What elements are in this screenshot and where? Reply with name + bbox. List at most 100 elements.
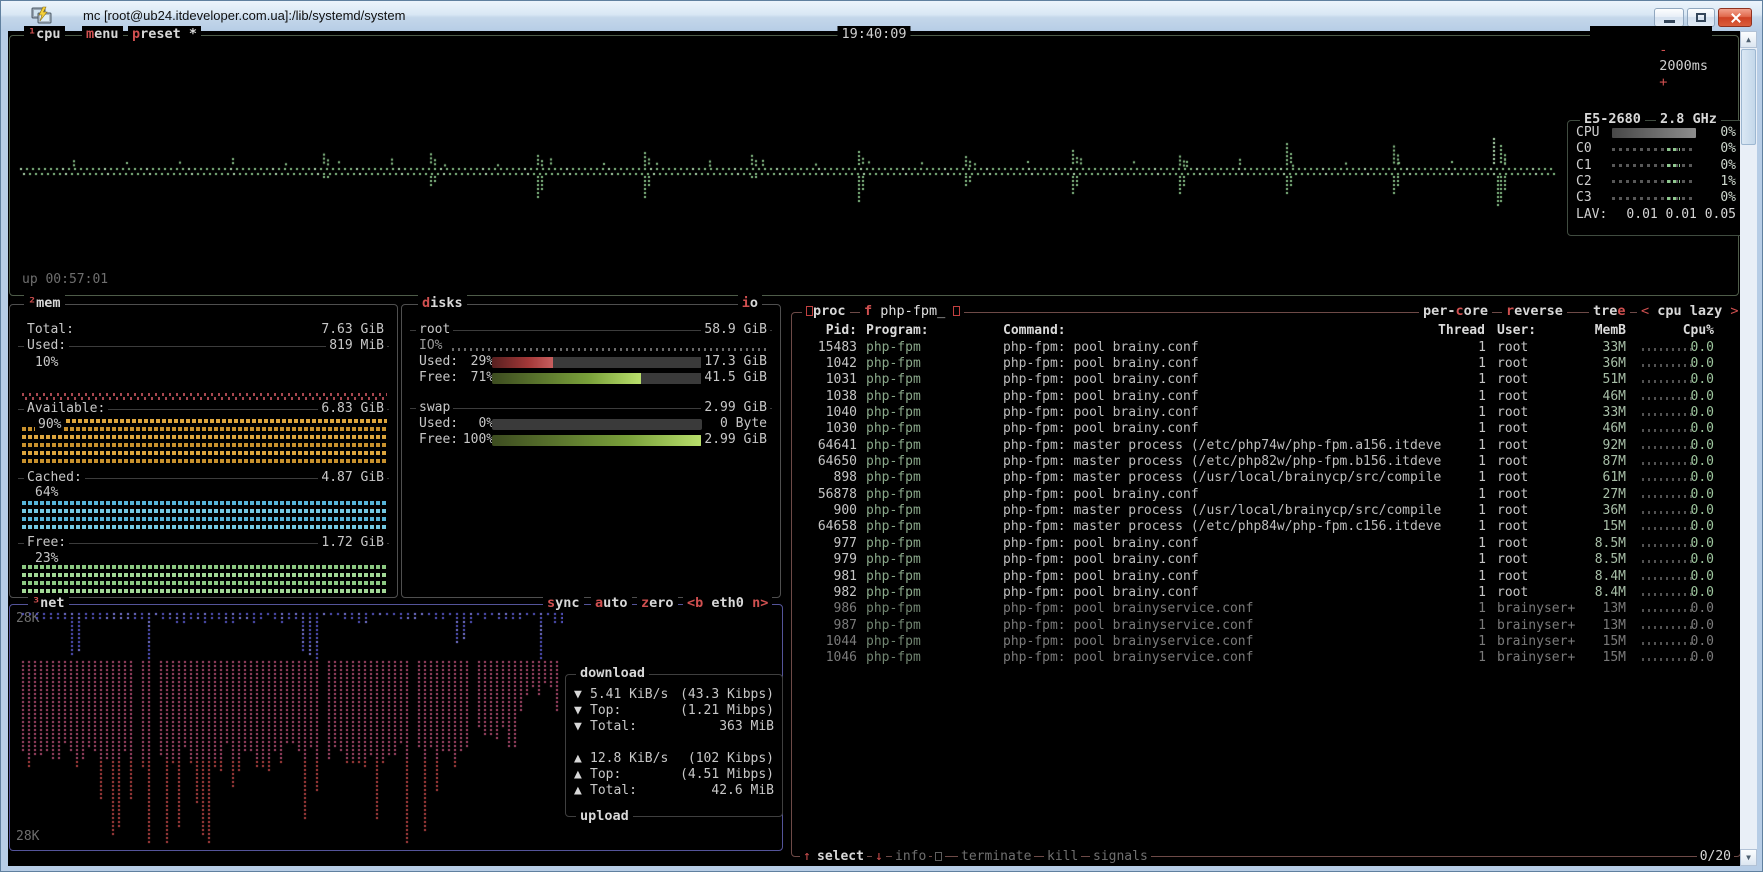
core-percent: 1% — [1704, 174, 1736, 190]
process-row[interactable]: 1042php-fpmphp-fpm: pool brainy.conf1roo… — [792, 356, 1740, 372]
scroll-down-button[interactable]: ▼ — [1740, 849, 1757, 866]
upload-arrow-icon: ▲ — [574, 783, 590, 799]
cell-threads: 1 — [1438, 519, 1486, 535]
net-stats-panel: download ▼ 5.41 KiB/s (43.3 Kibps) ▼ Top… — [565, 674, 783, 817]
mem-available-label: Available: — [24, 401, 108, 417]
process-row[interactable]: 982php-fpmphp-fpm: pool brainy.conf1root… — [792, 585, 1740, 601]
signals-button[interactable]: signals — [1090, 849, 1151, 865]
process-row[interactable]: 986php-fpmphp-fpm: pool brainyservice.co… — [792, 601, 1740, 617]
process-row[interactable]: 898php-fpmphp-fpm: master process (/usr/… — [792, 470, 1740, 486]
process-row[interactable]: 1031php-fpmphp-fpm: pool brainy.conf1roo… — [792, 372, 1740, 388]
cell-command: php-fpm: pool brainy.conf — [1003, 536, 1469, 552]
process-row[interactable]: 64650php-fpmphp-fpm: master process (/et… — [792, 454, 1740, 470]
process-row[interactable]: 979php-fpmphp-fpm: pool brainy.conf1root… — [792, 552, 1740, 568]
upload-top-value: (4.51 Mibps) — [680, 767, 774, 783]
mem-free-value: 1.72 GiB — [318, 535, 387, 551]
select-up-button[interactable]: ↑ — [800, 849, 814, 865]
net-zero-toggle[interactable]: zero — [637, 595, 678, 611]
cell-program: php-fpm — [866, 438, 998, 454]
process-row[interactable]: 1046php-fpmphp-fpm: pool brainyservice.c… — [792, 650, 1740, 666]
next-interface-button[interactable]: n> — [752, 595, 768, 611]
process-row[interactable]: 56878php-fpmphp-fpm: pool brainy.conf1ro… — [792, 487, 1740, 503]
swap-free-label: Free: — [419, 432, 458, 447]
cell-pid: 56878 — [804, 487, 857, 503]
upload-arrow-icon: ▲ — [574, 751, 590, 767]
cell-command: php-fpm: pool brainyservice.conf — [1003, 601, 1469, 617]
cell-cpu: 0.0 — [1670, 503, 1714, 519]
cell-pid: 1030 — [804, 421, 857, 437]
core-percent: 0% — [1704, 190, 1736, 206]
process-row[interactable]: 1040php-fpmphp-fpm: pool brainy.conf1roo… — [792, 405, 1740, 421]
cell-cpu: 0.0 — [1670, 569, 1714, 585]
net-box-title[interactable]: ³net — [28, 595, 69, 611]
cell-threads: 1 — [1438, 601, 1486, 617]
process-list: 15483php-fpmphp-fpm: pool brainy.conf1ro… — [792, 313, 1740, 856]
process-row[interactable]: 977php-fpmphp-fpm: pool brainy.conf1root… — [792, 536, 1740, 552]
info-button[interactable]: info — [892, 849, 929, 865]
cell-program: php-fpm — [866, 536, 998, 552]
terminate-button[interactable]: terminate — [958, 849, 1034, 865]
net-auto-toggle[interactable]: auto — [591, 595, 632, 611]
close-icon — [1730, 12, 1741, 23]
cpu-total-label: CPU — [1576, 125, 1610, 141]
disks-box-title[interactable]: disks — [418, 295, 467, 311]
disk-used-bar — [492, 357, 702, 368]
core-percent: 0% — [1704, 158, 1736, 174]
upload-title: upload — [576, 808, 633, 824]
close-button[interactable] — [1718, 8, 1752, 27]
process-row[interactable]: 1044php-fpmphp-fpm: pool brainyservice.c… — [792, 634, 1740, 650]
maximize-button[interactable] — [1687, 8, 1715, 27]
prev-interface-button[interactable]: <b — [687, 595, 703, 611]
swap-used-percent: 0% — [458, 416, 494, 432]
download-top-value: (1.21 Mibps) — [680, 703, 774, 719]
minimize-button[interactable] — [1654, 8, 1684, 27]
process-row[interactable]: 1038php-fpmphp-fpm: pool brainy.conf1roo… — [792, 389, 1740, 405]
graph-row — [22, 451, 387, 455]
cell-threads: 1 — [1438, 356, 1486, 372]
mem-cached-label: Cached: — [24, 470, 85, 486]
cell-mem: 46M — [1560, 389, 1626, 405]
process-row[interactable]: 981php-fpmphp-fpm: pool brainy.conf1root… — [792, 569, 1740, 585]
cell-program: php-fpm — [866, 585, 998, 601]
cell-threads: 1 — [1438, 405, 1486, 421]
process-row[interactable]: 64658php-fpmphp-fpm: master process (/et… — [792, 519, 1740, 535]
scrollbar-thumb[interactable] — [1741, 49, 1756, 145]
kill-button[interactable]: kill — [1044, 849, 1081, 865]
cell-threads: 1 — [1438, 634, 1486, 650]
interval-minus-button[interactable]: - — [1659, 42, 1667, 58]
net-sync-toggle[interactable]: sync — [543, 595, 584, 611]
process-row[interactable]: 1030php-fpmphp-fpm: pool brainy.conf1roo… — [792, 421, 1740, 437]
cell-command: php-fpm: pool brainy.conf — [1003, 487, 1469, 503]
clock: 19:40:09 — [837, 26, 910, 42]
swap-used-label: Used: — [419, 416, 458, 431]
preset-button[interactable]: preset * — [128, 26, 201, 42]
mem-used-graph — [22, 393, 387, 396]
mem-box-title[interactable]: ²mem — [24, 295, 65, 311]
disks-box: disks io root 58.9 GiB IO% Used:29% 17.3… — [401, 304, 781, 598]
cell-threads: 1 — [1438, 536, 1486, 552]
interval-plus-button[interactable]: + — [1659, 74, 1667, 90]
cell-cpu: 0.0 — [1670, 585, 1714, 601]
disks-io-toggle[interactable]: io — [738, 295, 762, 311]
cell-cpu: 0.0 — [1670, 470, 1714, 486]
cell-program: php-fpm — [866, 552, 998, 568]
cell-command: php-fpm: pool brainy.conf — [1003, 585, 1469, 601]
process-row[interactable]: 15483php-fpmphp-fpm: pool brainy.conf1ro… — [792, 340, 1740, 356]
disk-free-percent: 71% — [458, 370, 494, 386]
select-down-button[interactable]: ↓ — [872, 849, 886, 865]
process-row[interactable]: 987php-fpmphp-fpm: pool brainyservice.co… — [792, 618, 1740, 634]
scroll-up-button[interactable]: ▲ — [1740, 31, 1757, 48]
menu-button[interactable]: menu — [82, 26, 123, 42]
cell-mem: 8.4M — [1560, 585, 1626, 601]
process-row[interactable]: 64641php-fpmphp-fpm: master process (/et… — [792, 438, 1740, 454]
cell-program: php-fpm — [866, 421, 998, 437]
mem-free-graph — [22, 565, 387, 595]
cell-command: php-fpm: pool brainy.conf — [1003, 569, 1469, 585]
cell-mem: 33M — [1560, 340, 1626, 356]
cell-pid: 981 — [804, 569, 857, 585]
net-interface-switcher[interactable]: <b eth0 n> — [683, 595, 772, 611]
process-row[interactable]: 900php-fpmphp-fpm: master process (/usr/… — [792, 503, 1740, 519]
window-scrollbar[interactable]: ▲ ▼ — [1740, 31, 1757, 866]
cpu-box-title[interactable]: ¹cpu — [24, 26, 65, 42]
download-arrow-icon: ▼ — [574, 703, 590, 719]
